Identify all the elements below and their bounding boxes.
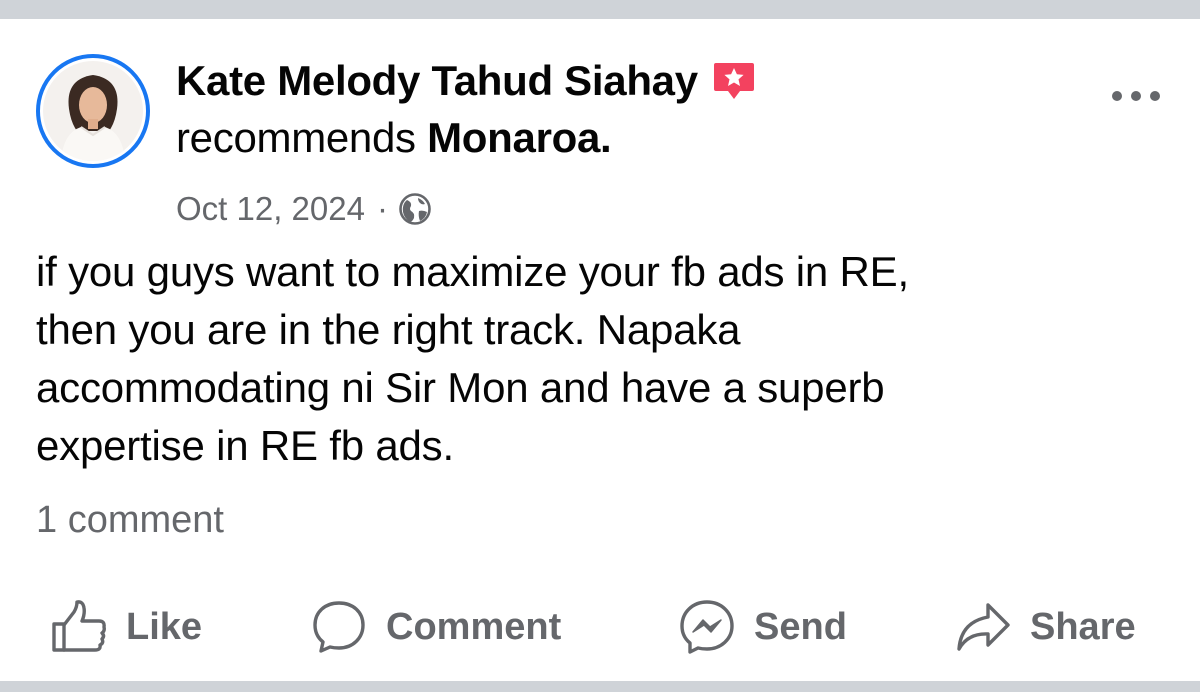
- page-name-link[interactable]: Monaroa.: [427, 114, 612, 161]
- more-options-button[interactable]: [1108, 81, 1164, 111]
- thumbs-up-icon: [52, 600, 106, 652]
- recommends-line: recommends Monaroa.: [176, 113, 612, 163]
- author-avatar[interactable]: [36, 54, 150, 168]
- meta-separator: ·: [376, 190, 388, 227]
- comment-button[interactable]: Comment: [310, 594, 561, 660]
- globe-icon: [399, 193, 431, 225]
- post-text: if you guys want to maximize your fb ads…: [36, 248, 909, 469]
- comment-label: Comment: [386, 605, 562, 648]
- more-options-icon-dot: [1150, 91, 1160, 101]
- like-button[interactable]: Like: [50, 594, 202, 660]
- recommendation-post-card: Kate Melody Tahud Siahay recommends Mona…: [0, 19, 1200, 681]
- post-action-bar: Like Comment Send Share: [0, 594, 1200, 660]
- comment-count[interactable]: 1 comment: [36, 495, 224, 545]
- more-options-icon-dot: [1131, 91, 1141, 101]
- comment-bubble-icon: [313, 601, 365, 653]
- author-name[interactable]: Kate Melody Tahud Siahay: [176, 56, 698, 106]
- recommendation-star-icon: [713, 63, 754, 99]
- send-label: Send: [754, 605, 847, 648]
- post-meta: Oct 12, 2024 ·: [176, 187, 432, 231]
- messenger-icon: [680, 600, 734, 654]
- send-button[interactable]: Send: [678, 594, 847, 660]
- author-line: Kate Melody Tahud Siahay: [176, 56, 758, 106]
- more-options-icon: [1112, 91, 1122, 101]
- share-arrow-icon: [957, 603, 1010, 651]
- post-date[interactable]: Oct 12, 2024: [176, 187, 365, 231]
- like-label: Like: [126, 605, 203, 648]
- share-button[interactable]: Share: [954, 594, 1136, 660]
- author-avatar-photo: [43, 61, 143, 161]
- share-label: Share: [1030, 605, 1136, 648]
- recommends-text: recommends: [176, 114, 428, 161]
